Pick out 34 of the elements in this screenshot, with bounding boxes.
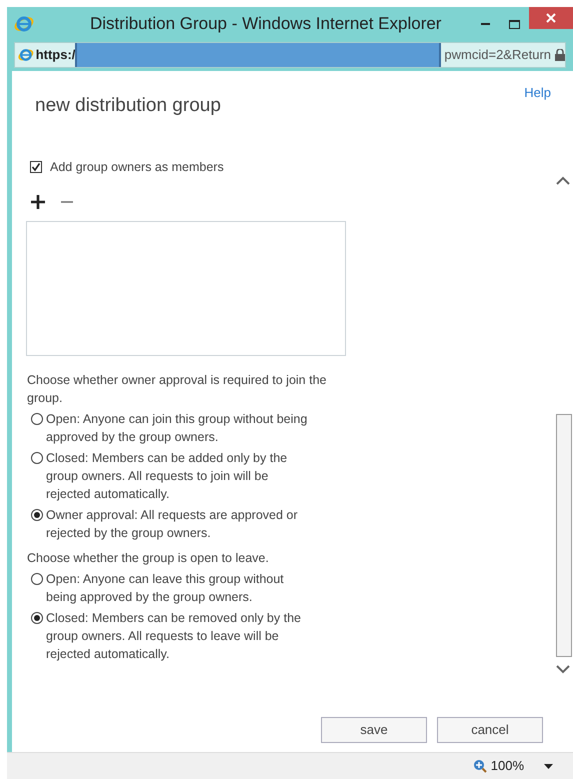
address-bar[interactable]: https:/ pwmcid=2&Return xyxy=(14,42,566,68)
radio-button[interactable] xyxy=(31,509,43,522)
scroll-down-icon[interactable] xyxy=(556,664,570,674)
browser-logo-icon xyxy=(14,14,34,34)
radio-label: Owner approval: All requests are approved or rejected by the group owners. xyxy=(46,507,299,542)
scroll-thumb[interactable] xyxy=(556,414,572,657)
dialog-button[interactable]: save xyxy=(321,717,427,743)
radio-label: Closed: Members can be removed only by the group owners. All requests to leave will be rejected automatically. xyxy=(46,610,302,664)
checkbox[interactable] xyxy=(30,160,42,173)
radio-button[interactable] xyxy=(31,452,43,464)
checkbox-label: Add group owners as members xyxy=(50,158,224,176)
question-text: Choose whether owner approval is required to join the group. xyxy=(27,372,328,408)
zoom-level[interactable]: 100% xyxy=(490,756,524,776)
lock-icon xyxy=(555,49,565,61)
dropdown-caret-icon[interactable] xyxy=(544,764,553,768)
dialog-button[interactable]: cancel xyxy=(437,717,543,743)
browser-logo-icon xyxy=(18,46,34,64)
close-icon[interactable] xyxy=(546,13,556,23)
add-icon[interactable] xyxy=(30,194,46,210)
scroll-up-icon[interactable] xyxy=(556,176,570,186)
page-title: new distribution group xyxy=(35,94,221,118)
url-text: pwmcid=2&Return xyxy=(444,46,551,64)
window-title: Distribution Group - Windows Internet Explorer xyxy=(90,13,442,36)
zoom-icon[interactable] xyxy=(472,759,487,773)
question-text: Choose whether the group is open to leave. xyxy=(27,550,270,568)
radio-label: Open: Anyone can leave this group without being approved by the group owners. xyxy=(46,571,285,606)
radio-label: Closed: Members can be added only by the group owners. All requests to join will be rejected automatically. xyxy=(46,450,288,504)
radio-label: Open: Anyone can join this group without being approved by the group owners. xyxy=(46,411,308,446)
radio-button[interactable] xyxy=(31,612,43,624)
help-link[interactable]: Help xyxy=(524,83,551,102)
url-text: https:/ xyxy=(36,46,76,64)
close-button[interactable] xyxy=(529,7,573,29)
radio-button[interactable] xyxy=(31,573,43,586)
radio-button[interactable] xyxy=(31,413,43,426)
